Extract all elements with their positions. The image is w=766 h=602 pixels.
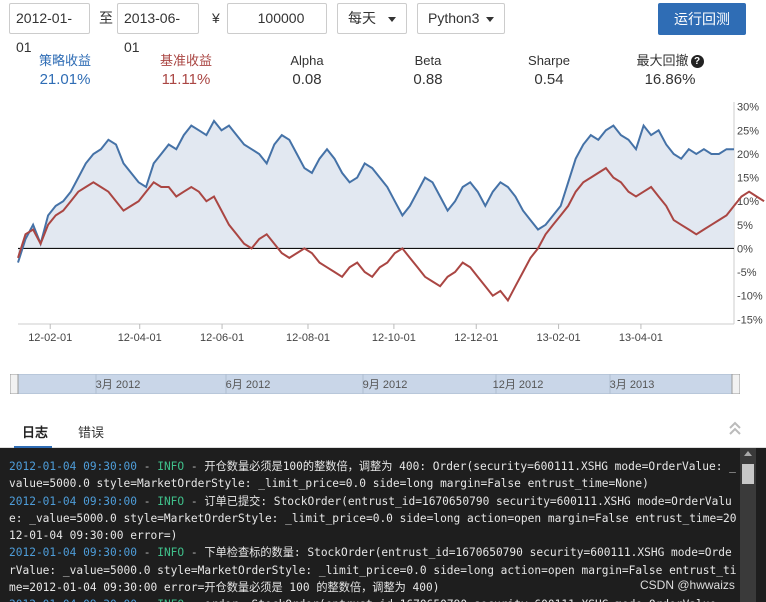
sharpe-stat: Sharpe 0.54 [494, 52, 604, 90]
log-entry: 2012-01-04 09:30:00 - INFO - order: Stoc… [9, 596, 738, 602]
strategy-return-stat: 策略收益 21.01% [10, 52, 120, 90]
double-chevron-up-icon[interactable] [727, 420, 743, 438]
log-level: INFO [157, 494, 185, 508]
y-tick-label: 30% [737, 102, 759, 114]
range-navigator[interactable]: 3月 2012 6月 2012 9月 2012 12月 2012 3月 2013 [9, 373, 741, 395]
strategy-return-value: 21.01% [39, 71, 91, 88]
end-date-input[interactable]: 2013-06-01 [117, 3, 199, 55]
benchmark-return-value: 11.11% [161, 71, 211, 88]
tab-error[interactable]: 错误 [78, 422, 104, 441]
chevron-down-icon [486, 17, 494, 22]
y-tick-label: 5% [737, 220, 753, 232]
log-level: INFO [157, 598, 184, 602]
language-value: Python3 [428, 10, 480, 26]
log-timestamp: 2012-01-04 09:30:00 [9, 598, 137, 602]
navigator-label: 3月 2013 [610, 379, 655, 391]
tab-log[interactable]: 日志 [22, 422, 48, 441]
log-timestamp: 2012-01-04 09:30:00 [9, 546, 137, 560]
language-select[interactable]: Python3 [417, 3, 505, 34]
alpha-value: 0.08 [292, 71, 322, 88]
strategy-area [18, 120, 734, 263]
y-tick-label: 25% [737, 125, 759, 137]
log-scrollbar[interactable] [740, 448, 756, 602]
max-drawdown-label-row: 最大回撤? [615, 52, 725, 70]
log-entry: 2012-01-04 09:30:00 - INFO - 下单检查标的数量: S… [9, 544, 738, 596]
navigator-left-handle[interactable] [9, 373, 19, 395]
beta-label: Beta [414, 53, 442, 68]
log-entry: 2012-01-04 09:30:00 - INFO - 开仓数量必须是100的… [9, 458, 738, 493]
log-timestamp: 2012-01-04 09:30:00 [9, 460, 137, 473]
x-tick-label: 12-10-01 [372, 332, 416, 344]
max-drawdown-value: 16.86% [644, 71, 696, 88]
log-separator: - [184, 494, 205, 508]
range-navigator-svg: 3月 2012 6月 2012 9月 2012 12月 2012 3月 2013 [9, 373, 741, 395]
start-date-input[interactable]: 2012-01-01 [9, 3, 90, 55]
capital-input[interactable]: 100000 [227, 3, 327, 34]
log-separator: - [137, 598, 157, 602]
benchmark-return-label: 基准收益 [159, 53, 212, 68]
log-separator: - [136, 546, 158, 560]
alpha-label: Alpha [290, 53, 324, 68]
sharpe-label: Sharpe [528, 53, 570, 68]
max-drawdown-stat: 最大回撤? 16.86% [615, 52, 725, 90]
log-separator: - [136, 494, 158, 508]
beta-value: 0.88 [413, 71, 443, 88]
x-tick-label: 12-08-01 [286, 332, 330, 344]
alpha-stat: Alpha 0.08 [252, 52, 362, 90]
returns-chart[interactable]: 30% 25% 20% 15% 10% 5% 0% -5% -10% -15% 12-02-01 12… [0, 96, 766, 396]
y-tick-label: 20% [737, 149, 759, 161]
beta-stat: Beta 0.88 [373, 52, 483, 90]
x-tick-label: 12-06-01 [200, 332, 244, 344]
y-tick-label: 15% [737, 173, 759, 185]
log-message: order: StockOrder(entrust_id=1670650790 … [204, 598, 723, 602]
log-separator: - [184, 598, 204, 602]
y-tick-label: -10% [737, 291, 763, 303]
x-tick-label: 12-04-01 [118, 332, 162, 344]
date-range-separator: 至 [99, 10, 113, 26]
output-tabs: 日志 错误 [0, 412, 766, 448]
x-tick-label: 12-02-01 [28, 332, 72, 344]
max-drawdown-label: 最大回撤 [636, 53, 689, 68]
scroll-thumb[interactable] [742, 464, 754, 484]
currency-symbol: ¥ [212, 10, 220, 26]
log-entry: 2012-01-04 09:30:00 - INFO - 订单已提交: Stoc… [9, 493, 738, 545]
frequency-select[interactable]: 每天 [337, 3, 407, 34]
log-separator: - [184, 460, 205, 473]
scroll-up-arrow-icon[interactable] [744, 451, 752, 456]
navigator-right-handle[interactable] [731, 373, 741, 395]
log-separator: - [136, 460, 158, 473]
run-backtest-button[interactable]: 运行回测 [658, 3, 746, 35]
returns-chart-svg: 30%25%20%15%10%5%0%-5%-10%-15%12-02-01 12… [17, 102, 765, 344]
log-level: INFO [157, 460, 185, 473]
navigator-label: 12月 2012 [493, 379, 544, 391]
backtest-toolbar: 2012-01-01 至 2013-06-01 ¥ 100000 每天 Pyth… [0, 0, 766, 55]
navigator-label: 3月 2012 [96, 379, 141, 391]
strategy-return-label: 策略收益 [38, 53, 91, 68]
x-tick-label: 13-02-01 [537, 332, 581, 344]
log-level: INFO [157, 546, 185, 560]
sharpe-value: 0.54 [534, 71, 564, 88]
stats-bar: 策略收益 21.01% 基准收益 11.11% Alpha 0.08 Beta … [0, 52, 766, 92]
y-tick-label: -5% [737, 267, 757, 279]
frequency-value: 每天 [348, 10, 376, 26]
log-timestamp: 2012-01-04 09:30:00 [9, 494, 137, 508]
help-icon[interactable]: ? [690, 55, 704, 68]
log-separator: - [184, 546, 205, 560]
x-tick-label: 13-04-01 [619, 332, 663, 344]
chevron-down-icon [388, 17, 396, 22]
benchmark-return-stat: 基准收益 11.11% [131, 52, 241, 90]
watermark: CSDN @hwwaizs [640, 578, 735, 592]
navigator-label: 6月 2012 [226, 379, 271, 391]
x-tick-label: 12-12-01 [454, 332, 498, 344]
y-tick-label: -15% [737, 314, 763, 326]
navigator-label: 9月 2012 [363, 379, 408, 391]
y-tick-label: 0% [737, 243, 753, 255]
